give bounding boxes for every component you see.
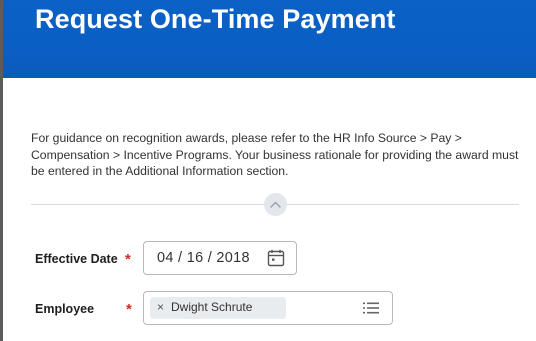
request-payment-page: Request One-Time Payment For guidance on… bbox=[0, 0, 536, 341]
page-header: Request One-Time Payment bbox=[3, 0, 536, 78]
employee-field[interactable]: × Dwight Schrute bbox=[143, 291, 393, 325]
effective-date-field[interactable]: 04 / 16 / 2018 bbox=[143, 241, 297, 275]
effective-date-value[interactable]: 04 / 16 / 2018 bbox=[157, 250, 250, 266]
list-icon[interactable] bbox=[363, 302, 379, 314]
employee-label: Employee bbox=[35, 302, 95, 316]
employee-selected-name: Dwight Schrute bbox=[171, 300, 253, 314]
remove-employee-icon[interactable]: × bbox=[157, 300, 164, 314]
employee-required-marker: * bbox=[126, 301, 132, 318]
effective-date-label: Effective Date bbox=[35, 252, 118, 266]
employee-selected-pill: × Dwight Schrute bbox=[150, 297, 286, 319]
chevron-up-icon bbox=[270, 201, 281, 208]
guidance-text: For guidance on recognition awards, plea… bbox=[31, 131, 519, 178]
calendar-icon[interactable] bbox=[267, 249, 285, 267]
collapse-section-button[interactable] bbox=[264, 193, 287, 216]
page-title: Request One-Time Payment bbox=[35, 4, 396, 34]
effective-date-required-marker: * bbox=[125, 251, 131, 268]
